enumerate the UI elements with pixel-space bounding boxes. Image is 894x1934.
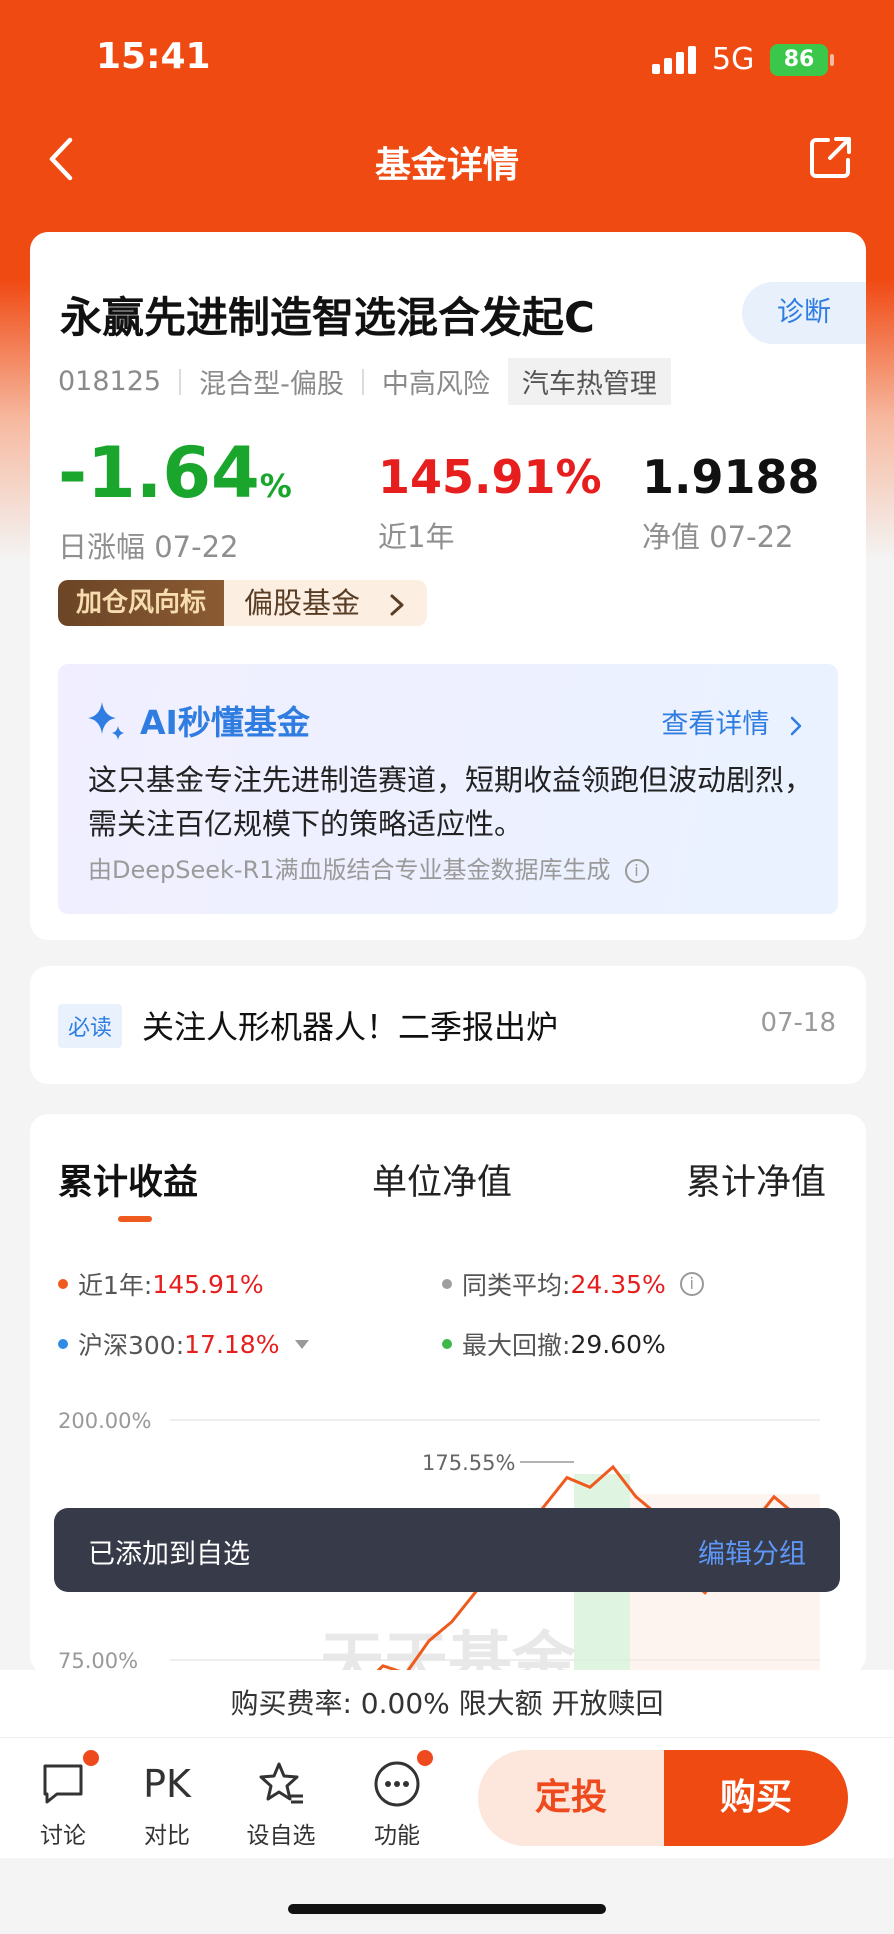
position-banner[interactable]: 加仓风向标 偏股基金 [58,580,428,626]
pk-icon: PK [143,1762,191,1806]
active-tab-indicator [118,1216,152,1222]
news-card[interactable]: 必读 关注人形机器人！二季报出炉 07-18 [30,966,866,1084]
discuss-button[interactable]: 讨论 [18,1748,108,1850]
nav-value: 1.9188 [642,450,820,504]
edit-group-link[interactable]: 编辑分组 [698,1532,806,1571]
fund-theme-tag[interactable]: 汽车热管理 [507,358,671,405]
compare-button[interactable]: PK 对比 [122,1760,212,1850]
sip-button[interactable]: 定投 [478,1750,664,1846]
network-type: 5G [712,42,755,77]
fund-risk: 中高风险 [381,369,490,400]
buy-button[interactable]: 购买 [664,1750,848,1846]
daily-change-value: -1.64 [58,432,260,514]
notification-dot [81,1748,101,1768]
legend-max-drawdown: 最大回撤: 29.60% [442,1326,666,1362]
fund-code: 018125 [58,366,162,397]
daily-change-unit: % [259,467,292,505]
legend-year: 近1年: 145.91% [58,1266,264,1302]
fund-name: 永赢先进制造智选混合发起C [60,293,595,342]
banner-text: 偏股基金 [224,580,428,626]
banner-badge: 加仓风向标 [58,580,225,626]
y-tick-top: 200.00% [58,1409,151,1433]
sparkle-icon [88,702,124,740]
compare-label: 对比 [144,1823,190,1849]
chevron-right-icon [790,716,802,735]
tab-cumulative-return[interactable]: 累计收益 [58,1154,198,1205]
add-watchlist-label: 设自选 [246,1823,316,1849]
daily-change-label: 日涨幅 07-22 [58,530,239,564]
ai-footer: 由DeepSeek-R1满血版结合专业基金数据库生成 i [88,850,649,885]
status-bar: 15:41 5G 86 [0,0,894,120]
dropdown-caret-icon [295,1339,310,1349]
legend-csi300[interactable]: 沪深300: 17.18% [58,1326,310,1362]
chevron-right-icon [390,594,404,616]
tab-unit-nav[interactable]: 单位净值 [372,1154,512,1205]
peak-label: 175.55% [422,1451,515,1475]
divider [179,368,182,395]
ai-view-details-link[interactable]: 查看详情 [661,702,804,741]
fund-summary-card: 永赢先进制造智选混合发起C 诊断 018125 混合型-偏股 中高风险 汽车热管… [30,232,866,940]
news-title: 关注人形机器人！二季报出炉 [142,1008,559,1046]
battery-icon: 86 [770,44,834,76]
fee-info-bar: 购买费率: 0.00% 限大额 开放赎回 [0,1670,894,1738]
chat-bubble-icon [39,1748,101,1808]
add-watchlist-button[interactable]: 设自选 [236,1760,326,1850]
news-tag: 必读 [58,1004,123,1048]
daily-change-metric: -1.64% 日涨幅 07-22 [58,432,292,566]
divider [361,368,364,395]
year-return-value: 145.91% [378,450,602,504]
share-icon[interactable] [808,134,854,180]
discuss-label: 讨论 [40,1823,86,1849]
more-functions-label: 功能 [374,1823,420,1849]
toast-text: 已添加到自选 [88,1539,250,1570]
ai-summary-text: 这只基金专注先进制造赛道，短期收益领跑但波动剧烈，需关注百亿规模下的策略适应性。 [88,763,814,841]
news-date: 07-18 [760,1008,836,1038]
info-icon[interactable]: i [679,1272,704,1296]
star-icon [257,1760,305,1808]
chart-watermark: 天天基金 [320,1626,577,1674]
ai-summary-box: AI秒懂基金 查看详情 这只基金专注先进制造赛道，短期收益领跑但波动剧烈，需关注… [58,664,838,914]
fund-type: 混合型-偏股 [199,369,344,400]
home-indicator [288,1904,606,1914]
info-icon[interactable]: i [624,859,649,883]
toast-notification: 已添加到自选 编辑分组 [54,1508,840,1592]
status-time: 15:41 [96,36,211,77]
nav-metric: 1.9188 净值 07-22 [642,450,820,556]
notification-dot [415,1748,435,1768]
navigation-bar: 基金详情 [0,120,894,200]
signal-icon [652,46,698,74]
ai-title: AI秒懂基金 [140,703,310,742]
more-dots-icon [373,1748,435,1808]
year-return-label: 近1年 [378,520,455,554]
more-functions-button[interactable]: 功能 [352,1748,442,1850]
year-return-metric: 145.91% 近1年 [378,450,602,556]
chart-tabs: 累计收益 单位净值 累计净值 [30,1154,866,1224]
bottom-action-bar: 讨论 PK 对比 设自选 功能 定投 购买 [0,1738,894,1858]
nav-label: 净值 07-22 [642,520,794,554]
fund-meta: 018125 混合型-偏股 中高风险 汽车热管理 [58,358,671,405]
tab-accumulated-nav[interactable]: 累计净值 [686,1154,826,1205]
diagnose-button[interactable]: 诊断 [742,282,866,344]
legend-peer-average: 同类平均: 24.35% i [442,1266,704,1302]
page-title: 基金详情 [374,145,519,186]
